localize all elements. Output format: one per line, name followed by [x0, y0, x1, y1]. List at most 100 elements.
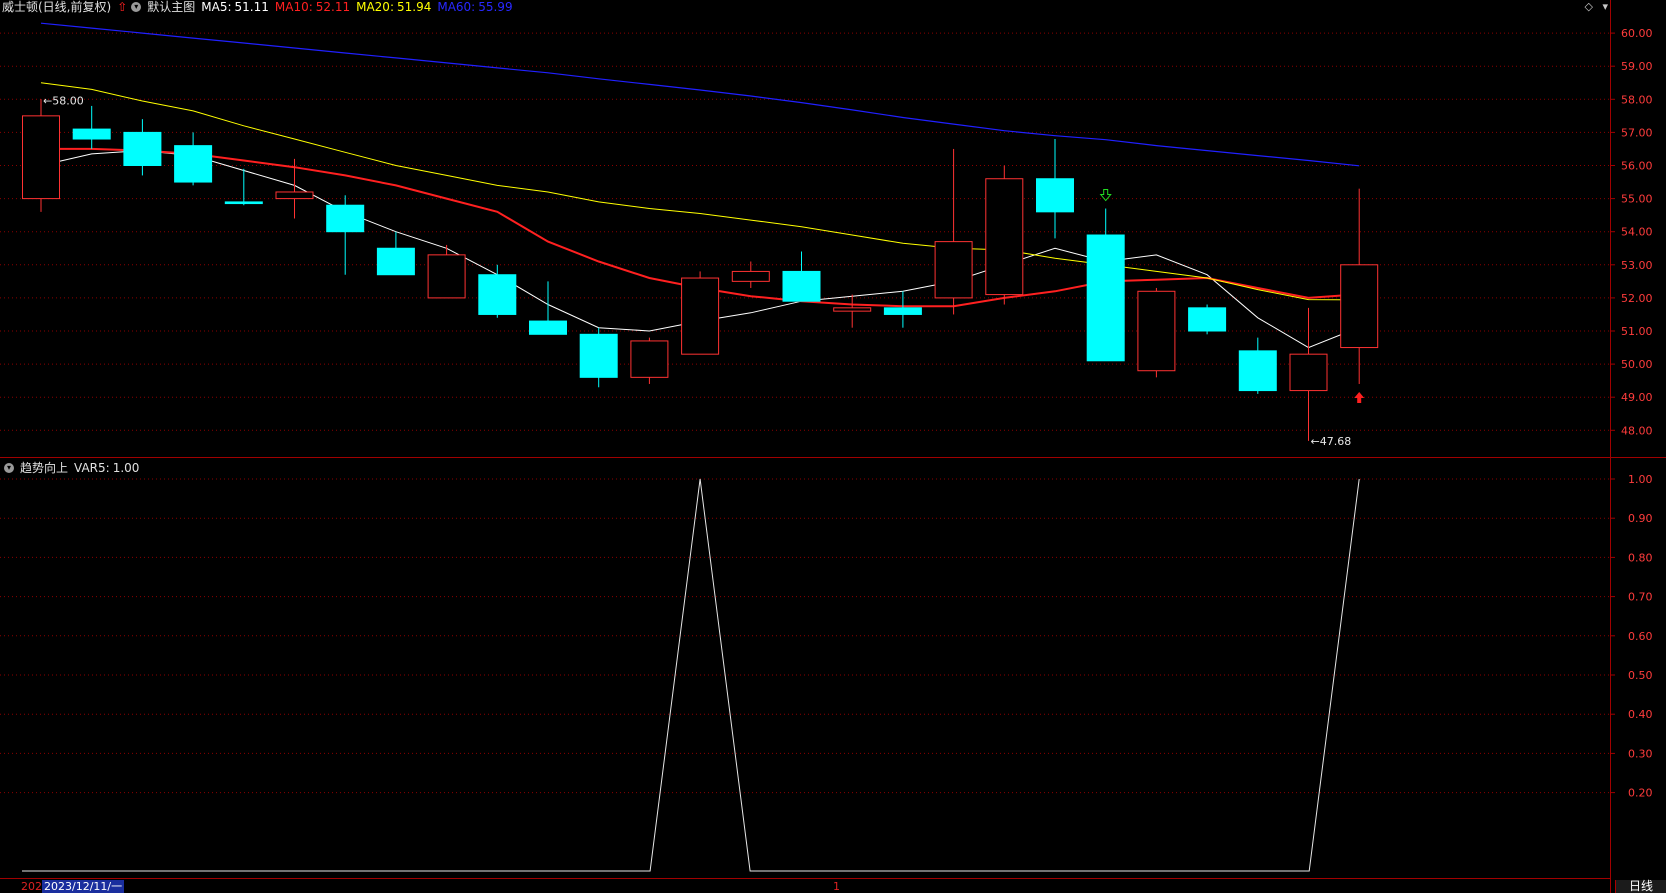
sell-arrow-icon: [1099, 189, 1112, 202]
price-tick-label: 54.00: [1621, 226, 1653, 239]
chart-header: 威士顿(日线,前复权) ⇧ ▾ 默认主图 MA5: 51.11 MA10: 52.1…: [2, 0, 519, 14]
candle: [1036, 139, 1074, 239]
candle-body: [376, 247, 415, 276]
candle-body: [579, 333, 618, 378]
var5-polyline: [22, 478, 1360, 872]
candle: [1340, 188, 1379, 384]
candle-body: [731, 270, 770, 282]
indicator-tick-label: 0.40: [1628, 708, 1653, 721]
candle: [1238, 337, 1277, 394]
up-arrow-icon: ⇧: [117, 0, 128, 14]
ma20-line: [40, 82, 1360, 301]
buy-arrow-icon: [1354, 391, 1365, 403]
price-tick-label: 51.00: [1621, 325, 1653, 338]
candle: [478, 264, 517, 318]
price-tick-label: 53.00: [1621, 259, 1653, 272]
dropdown-icon[interactable]: ▾: [131, 2, 142, 12]
candle-body: [22, 115, 60, 200]
candle: [1137, 287, 1176, 378]
date-year: 202: [21, 880, 42, 893]
indicator-tick-label: 0.80: [1628, 551, 1653, 564]
candle: [1188, 304, 1227, 335]
candle: [529, 281, 567, 335]
dropdown-icon[interactable]: ▾: [4, 462, 14, 473]
candle: [681, 271, 720, 355]
candle: [326, 195, 365, 275]
price-tick-label: 50.00: [1621, 358, 1653, 371]
candle-body: [1340, 264, 1379, 349]
candle-body: [934, 241, 973, 299]
candle-body: [833, 307, 872, 312]
candle: [275, 158, 314, 219]
indicator-tick-label: 0.60: [1628, 630, 1653, 643]
candle: [630, 337, 669, 384]
diamond-icon[interactable]: ◇: [1585, 0, 1593, 13]
indicator-axis: 1.00 0.90 0.80 0.70 0.60 0.50 0.40 0.30 0.20: [1610, 473, 1653, 800]
candle-body: [681, 277, 720, 355]
price-tick-label: 48.00: [1621, 424, 1653, 437]
candle-body: [782, 270, 821, 302]
candle-body: [985, 178, 1024, 296]
top-right-controls: ◇ ▾: [1579, 0, 1609, 13]
indicator-tick-label: 0.70: [1628, 591, 1653, 604]
candle: [123, 119, 162, 176]
indicator-tick-label: 0.20: [1628, 787, 1653, 800]
candle: [782, 251, 821, 302]
price-tick-label: 58.00: [1621, 93, 1653, 106]
stock-chart-canvas[interactable]: ←58.00 ←47.68 60.00 59.00 58.00 57.00 56.00 55…: [0, 0, 1666, 893]
candle: [376, 231, 415, 276]
period-tab[interactable]: 日线: [1615, 880, 1666, 893]
date-marker: 1: [833, 880, 840, 893]
candle-body: [427, 254, 466, 299]
indicator-header: ▾ 趋势向上 VAR5: 1.00: [4, 459, 145, 476]
dropdown-toggle-icon[interactable]: ▾: [1602, 0, 1608, 13]
price-tick-label: 56.00: [1621, 160, 1653, 173]
stock-title[interactable]: 威士顿(日线,前复权): [2, 0, 111, 14]
price-tick-label: 55.00: [1621, 193, 1653, 206]
price-tick-label: 60.00: [1621, 27, 1653, 40]
price-tick-label: 52.00: [1621, 292, 1653, 305]
candle-body: [1188, 307, 1227, 332]
candle-body: [1289, 353, 1328, 392]
candle: [174, 132, 213, 186]
candle: [22, 99, 60, 212]
candle-body: [72, 128, 111, 140]
candle-body: [1036, 178, 1074, 213]
ma5-label: MA5: 51.11: [201, 0, 269, 14]
candle-body: [1238, 350, 1277, 392]
var5-line: [22, 478, 1360, 872]
candle: [833, 294, 872, 328]
candlestick-series: [22, 99, 1379, 441]
candle-body: [883, 307, 922, 315]
indicator-tick-label: 0.90: [1628, 512, 1653, 525]
candle: [72, 105, 111, 149]
price-axis: 60.00 59.00 58.00 57.00 56.00 55.00 54.00 53.00…: [1610, 27, 1653, 437]
low-price-label: ←47.68: [1311, 435, 1352, 448]
candle-body: [224, 201, 263, 205]
candle: [1289, 307, 1328, 441]
candle-body: [1137, 290, 1176, 372]
candle: [985, 165, 1024, 305]
selected-date[interactable]: 2023/12/11/一: [42, 880, 125, 893]
price-tick-label: 57.00: [1621, 126, 1653, 139]
candle-body: [275, 191, 314, 200]
candle-body: [123, 131, 162, 166]
candle-body: [478, 274, 517, 315]
candle-body: [529, 320, 567, 335]
candle-body: [630, 340, 669, 378]
price-tick-label: 59.00: [1621, 60, 1653, 73]
ma20-label: MA20: 51.94: [356, 0, 432, 14]
candle: [731, 261, 770, 288]
candle: [883, 291, 922, 328]
indicator-tick-label: 1.00: [1628, 473, 1653, 486]
candle-body: [1086, 234, 1125, 362]
price-tick-label: 49.00: [1621, 391, 1653, 404]
candle-body: [174, 145, 213, 183]
indicator-name[interactable]: 趋势向上: [20, 459, 68, 476]
candle-body: [326, 204, 365, 233]
indicator-tick-label: 0.50: [1628, 669, 1653, 682]
high-price-label: ←58.00: [43, 94, 84, 107]
main-chart-name[interactable]: 默认主图: [147, 0, 195, 14]
candle: [427, 244, 466, 299]
ma60-label: MA60: 55.99: [437, 0, 513, 14]
